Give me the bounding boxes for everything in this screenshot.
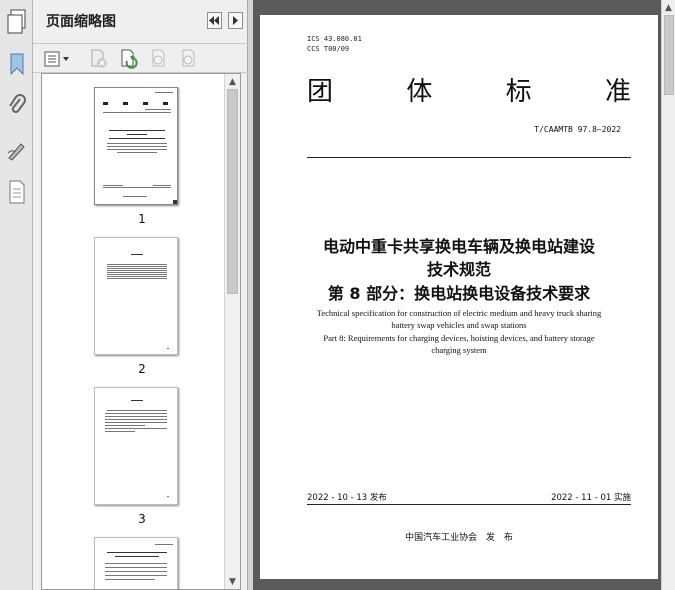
document-page: ICS 43.080.01 CCS T00/09 团 体 标 准 T/CAAMT… [260,15,658,579]
thumbnail-panel: 页面缩略图 1 2 3 ▲ ▼ [33,0,248,590]
page-thumbnail-3[interactable] [94,387,178,505]
document-scrollbar[interactable]: ▲ [661,0,675,590]
redo-icon[interactable] [178,48,200,70]
first-arrow-icon[interactable] [207,12,222,29]
bottom-rule [307,504,631,505]
delete-page-icon[interactable] [88,48,110,70]
thumbnail-label: 1 [138,212,146,226]
navigation-rail [0,0,33,590]
scroll-down-icon[interactable]: ▼ [225,574,240,589]
scroll-up-icon[interactable]: ▲ [662,0,675,15]
standard-type-char: 体 [406,77,433,107]
title-cn-line1: 电动中重卡共享换电车辆及换电站建设 [322,237,595,256]
publish-date: 2022 - 10 - 13 发布 [307,493,387,503]
bookmark-icon[interactable] [4,50,29,78]
attachment-icon[interactable] [4,92,29,120]
title-en-line3: Part 8: Requirements for charging device… [323,333,595,343]
insert-page-icon[interactable] [118,48,140,70]
standard-number: T/CAAMTB 97.8—2022 [534,125,621,134]
signature-icon[interactable] [4,136,29,164]
scrollbar-thumb[interactable] [227,89,238,294]
thumbnail-list[interactable]: 1 2 3 ▲ ▼ [41,73,241,590]
options-icon[interactable] [43,48,73,70]
scrollbar-thumb[interactable] [664,15,674,95]
collapse-arrow-icon[interactable] [228,12,243,29]
thumbnail-toolbar [33,43,248,73]
ics-code: ICS 43.080.01 [307,35,362,43]
title-cn-line2: 技术规范 [426,260,491,279]
undo-icon[interactable] [148,48,170,70]
title-en-line4: charging system [431,345,487,355]
title-en-line1: Technical specification for construction… [316,308,602,318]
page-thumbnails-icon[interactable] [4,8,29,36]
scroll-up-icon[interactable]: ▲ [225,74,240,89]
standard-type-char: 准 [604,77,631,107]
panel-title: 页面缩略图 [46,14,116,30]
page-thumbnail-4[interactable] [94,537,178,589]
panel-header: 页面缩略图 [33,0,248,40]
page-icon[interactable] [4,178,29,206]
thumbnail-label: 3 [138,512,146,526]
implement-date: 2022 - 11 - 01 实施 [551,493,631,503]
standard-type-char: 标 [505,77,532,107]
title-cn-line3: 第 8 部分：换电站换电设备技术要求 [327,284,591,303]
top-rule [307,157,631,158]
thumbnail-label: 2 [138,362,146,376]
standard-type: 团 体 标 准 [307,71,631,108]
standard-type-char: 团 [307,77,334,107]
page-thumbnail-1[interactable] [94,87,178,205]
thumbnail-scrollbar[interactable]: ▲ ▼ [224,74,240,589]
ccs-code: CCS T00/09 [307,45,350,53]
page-thumbnail-2[interactable] [94,237,178,355]
issuer: 中国汽车工业协会 发 布 [405,533,513,543]
document-view[interactable]: ICS 43.080.01 CCS T00/09 团 体 标 准 T/CAAMT… [253,0,675,590]
title-en-line2: battery swap vehicles and swap stations [391,320,527,330]
